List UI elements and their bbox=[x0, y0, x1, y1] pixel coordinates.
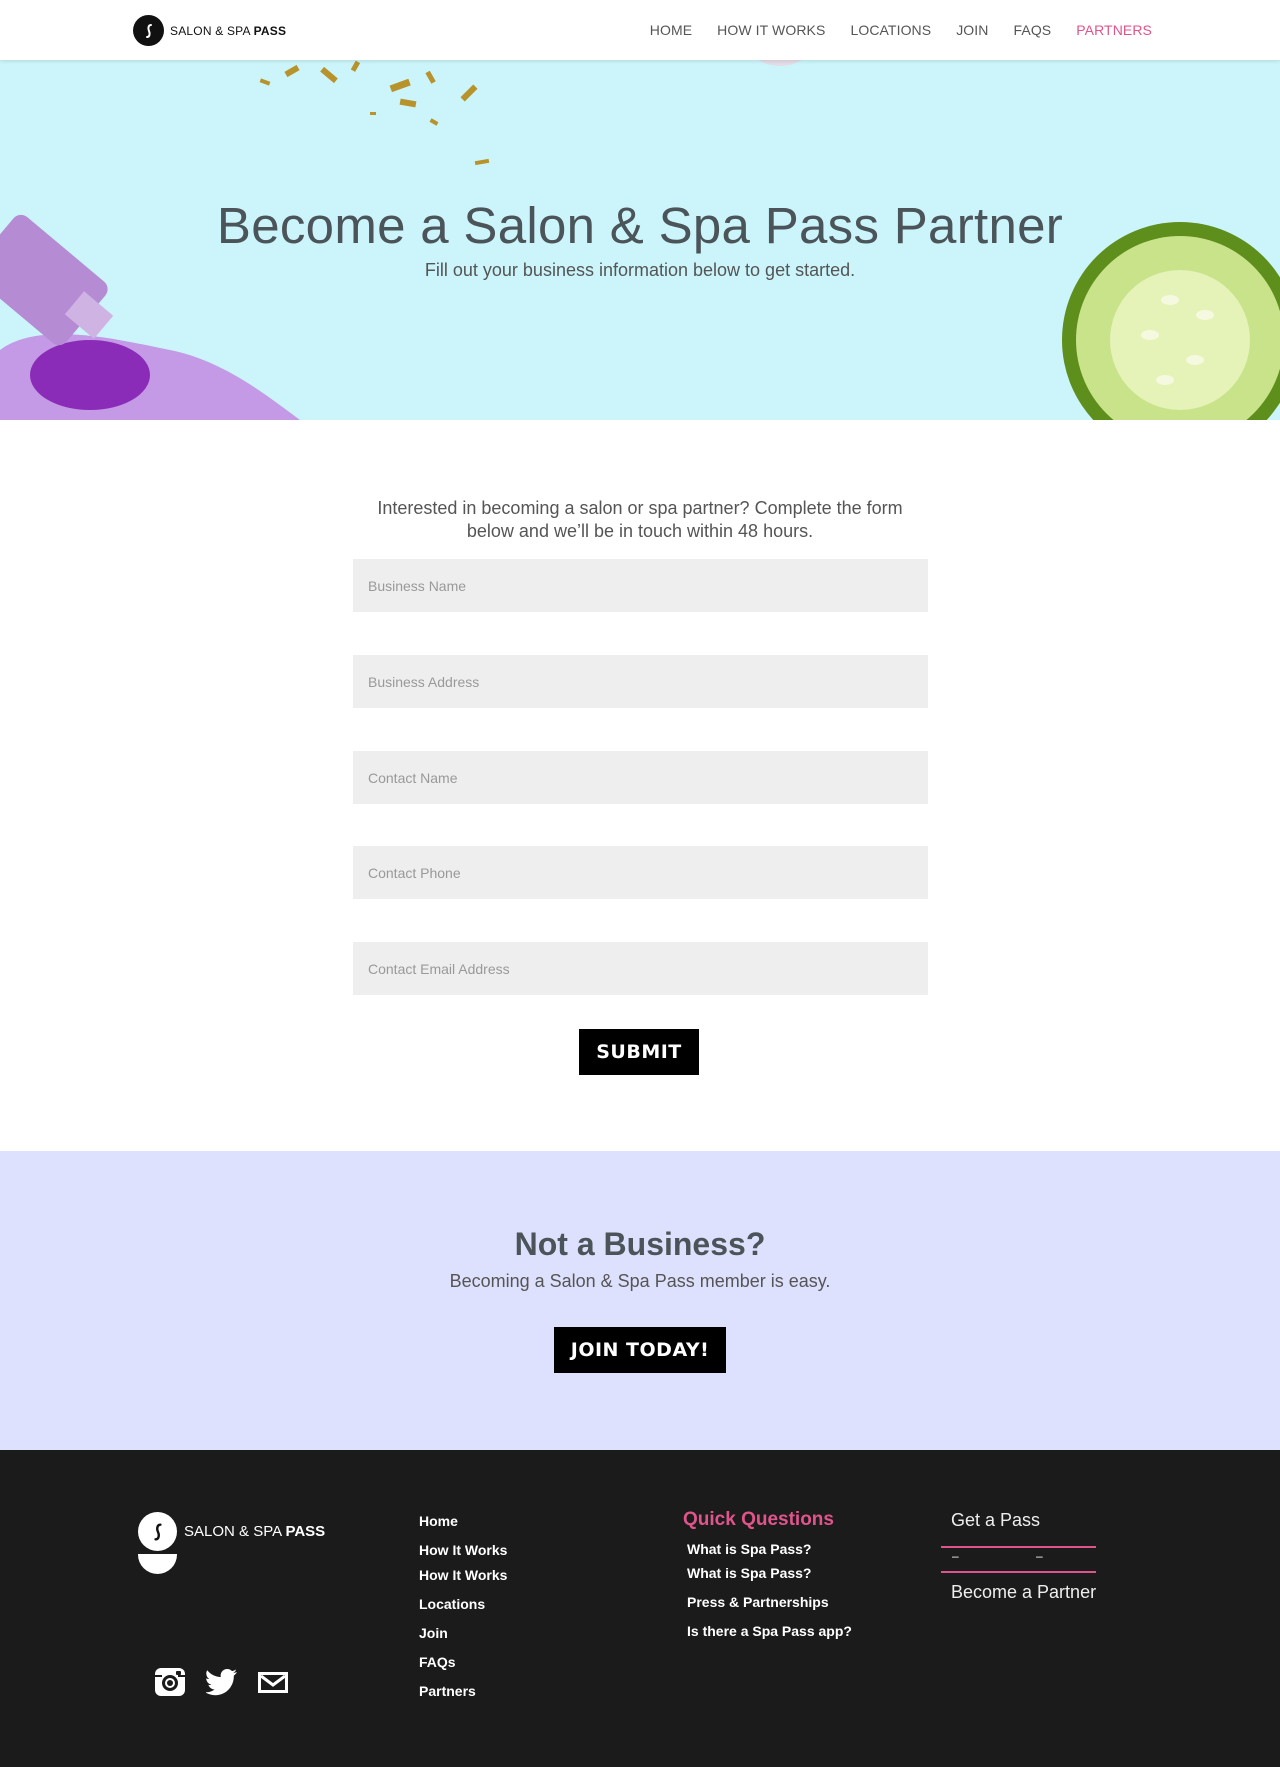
main-nav: HOME HOW IT WORKS LOCATIONS JOIN FAQS PA… bbox=[650, 0, 1152, 60]
member-cta-section: Not a Business? Becoming a Salon & Spa P… bbox=[0, 1151, 1280, 1450]
contact-phone-input[interactable] bbox=[353, 846, 928, 899]
cta-subtitle: Becoming a Salon & Spa Pass member is ea… bbox=[449, 1271, 831, 1291]
form-intro: Interested in becoming a salon or spa pa… bbox=[377, 498, 903, 541]
footer-link-join[interactable]: Join bbox=[419, 1625, 448, 1641]
nav-home[interactable]: HOME bbox=[650, 22, 692, 38]
become-partner-link[interactable]: Become a Partner bbox=[951, 1582, 1096, 1603]
quick-link-app[interactable]: Is there a Spa Pass app? bbox=[687, 1623, 852, 1639]
footer-dash-left: – bbox=[952, 1549, 959, 1563]
logo[interactable]: SALON & SPA PASS bbox=[133, 15, 286, 46]
nav-locations[interactable]: LOCATIONS bbox=[850, 22, 931, 38]
nav-how-it-works[interactable]: HOW IT WORKS bbox=[717, 22, 825, 38]
contact-email-input[interactable] bbox=[353, 942, 928, 995]
cta-title: Not a Business? bbox=[514, 1226, 766, 1262]
site-header: SALON & SPA PASS HOME HOW IT WORKS LOCAT… bbox=[0, 0, 1280, 60]
quick-link-press[interactable]: Press & Partnerships bbox=[687, 1594, 829, 1610]
page-subtitle: Fill out your business information below… bbox=[424, 260, 856, 280]
footer-link-home[interactable]: Home bbox=[419, 1513, 458, 1529]
logo-text: SALON & SPA PASS bbox=[170, 23, 287, 38]
mail-icon[interactable] bbox=[257, 1667, 289, 1697]
footer-logo[interactable]: SALON & SPA PASS bbox=[138, 1512, 325, 1551]
footer-divider-bottom bbox=[941, 1571, 1096, 1573]
quick-link-what-is[interactable]: What is Spa Pass? bbox=[687, 1541, 811, 1557]
nav-join[interactable]: JOIN bbox=[956, 22, 988, 38]
footer-dash-right: – bbox=[1036, 1549, 1043, 1563]
page-title: Become a Salon & Spa Pass Partner bbox=[216, 197, 1064, 254]
get-a-pass-link[interactable]: Get a Pass bbox=[951, 1510, 1040, 1531]
footer-link-how-it-works-2[interactable]: How It Works bbox=[419, 1567, 507, 1583]
twitter-icon[interactable] bbox=[206, 1667, 238, 1697]
nav-faqs[interactable]: FAQS bbox=[1014, 22, 1052, 38]
submit-button[interactable]: SUBMIT bbox=[579, 1029, 699, 1075]
footer-divider-top bbox=[941, 1546, 1096, 1548]
quick-questions-heading: Quick Questions bbox=[683, 1509, 834, 1530]
footer-logo-mark-icon bbox=[138, 1512, 177, 1551]
contact-name-input[interactable] bbox=[353, 751, 928, 804]
quick-link-what-is-2[interactable]: What is Spa Pass? bbox=[687, 1565, 811, 1581]
footer-link-partners[interactable]: Partners bbox=[419, 1683, 476, 1699]
join-today-button[interactable]: JOIN TODAY! bbox=[554, 1327, 726, 1373]
footer-link-how-it-works[interactable]: How It Works bbox=[419, 1542, 507, 1558]
site-footer: SALON & SPA PASS Home How It Works How I… bbox=[0, 1450, 1280, 1767]
footer-link-locations[interactable]: Locations bbox=[419, 1596, 485, 1612]
logo-mark-icon bbox=[133, 15, 164, 46]
footer-logo-shape bbox=[138, 1554, 177, 1574]
nav-partners[interactable]: PARTNERS bbox=[1076, 22, 1152, 38]
gold-confetti-image bbox=[259, 60, 490, 166]
instagram-icon[interactable] bbox=[154, 1667, 186, 1697]
footer-link-faqs[interactable]: FAQs bbox=[419, 1654, 456, 1670]
business-name-input[interactable] bbox=[353, 559, 928, 612]
business-address-input[interactable] bbox=[353, 655, 928, 708]
pearl-image bbox=[758, 60, 802, 66]
footer-logo-text: SALON & SPA PASS bbox=[184, 1523, 326, 1540]
hero-banner: Become a Salon & Spa Pass Partner Fill o… bbox=[0, 60, 1280, 420]
